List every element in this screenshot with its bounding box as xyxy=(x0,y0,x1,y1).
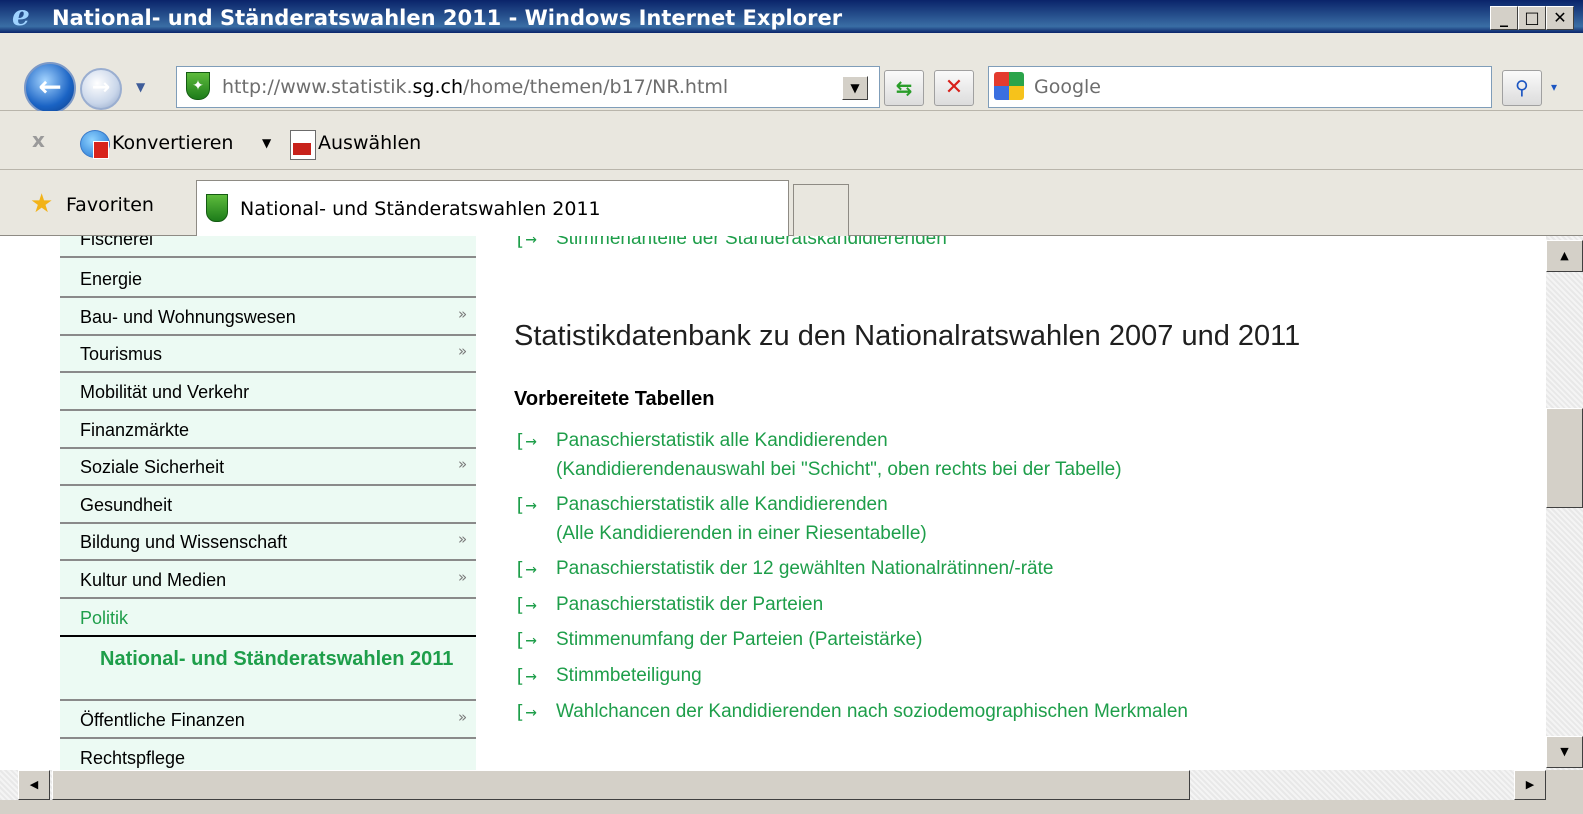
search-icon[interactable]: ⚲ xyxy=(1502,70,1542,106)
maximize-button[interactable]: □ xyxy=(1518,6,1546,30)
title-bar: e National- und Ständeratswahlen 2011 - … xyxy=(0,0,1583,33)
sidebar-item-politik[interactable]: Politik xyxy=(60,601,476,637)
convert-button[interactable]: Konvertieren xyxy=(112,132,233,154)
address-url[interactable]: http://www.statistik.sg.ch/home/themen/b… xyxy=(222,76,728,98)
close-toolbar-icon[interactable]: x xyxy=(32,128,45,152)
chevron-right-icon: » xyxy=(458,530,468,548)
site-favicon-icon: ✦ xyxy=(186,72,210,100)
chevron-right-icon: » xyxy=(458,708,468,726)
search-options-dropdown-icon[interactable]: ▾ xyxy=(1544,70,1564,104)
ie-logo-icon: e xyxy=(12,0,30,32)
stop-button[interactable]: ✕ xyxy=(934,70,974,106)
link-panaschier-alle-2-note[interactable]: (Alle Kandidierenden in einer Riesentabe… xyxy=(556,523,927,545)
scroll-left-icon[interactable]: ◀ xyxy=(18,770,50,800)
link-panaschier-alle-2[interactable]: Panaschierstatistik alle Kandidierenden xyxy=(556,494,888,516)
chevron-right-icon: » xyxy=(458,568,468,586)
sidebar-item-soziale-sicherheit[interactable]: Soziale Sicherheit» xyxy=(60,450,476,486)
link-panaschier-parteien[interactable]: Panaschierstatistik der Parteien xyxy=(556,594,823,616)
horizontal-scrollbar[interactable]: ◀ ▶ xyxy=(0,770,1546,800)
scroll-right-icon[interactable]: ▶ xyxy=(1514,770,1546,800)
sidebar-item-fischerei[interactable]: Fischerei xyxy=(60,236,476,258)
forward-button[interactable]: → xyxy=(80,68,122,110)
link-panaschier-gewaehlte[interactable]: Panaschierstatistik der 12 gewählten Nat… xyxy=(556,558,1053,580)
select-pdf-icon[interactable] xyxy=(290,130,316,160)
link-panaschier-alle-1-note[interactable]: (Kandidierendenauswahl bei "Schicht", ob… xyxy=(556,459,1122,481)
sidebar-item-finanzmaerkte[interactable]: Finanzmärkte xyxy=(60,413,476,449)
google-logo-icon xyxy=(994,72,1024,100)
minimize-button[interactable]: _ xyxy=(1490,6,1518,30)
page-title: Statistikdatenbank zu den Nationalratswa… xyxy=(514,320,1301,352)
link-arrow-icon: [→ xyxy=(514,236,537,250)
window-title: National- und Ständeratswahlen 2011 - Wi… xyxy=(52,6,843,30)
sidebar-item-energie[interactable]: Energie xyxy=(60,262,476,298)
link-stimmbeteiligung[interactable]: Stimmbeteiligung xyxy=(556,665,702,687)
search-placeholder[interactable]: Google xyxy=(1034,76,1101,98)
sidebar-subitem-wahlen[interactable]: National- und Ständeratswahlen 2011 xyxy=(60,637,476,701)
sidebar-item-mobilitaet[interactable]: Mobilität und Verkehr xyxy=(60,375,476,411)
scroll-down-icon[interactable]: ▼ xyxy=(1546,736,1583,768)
link-arrow-icon: [→ xyxy=(514,665,537,687)
link-arrow-icon: [→ xyxy=(514,558,537,580)
link-stimmenumfang[interactable]: Stimmenumfang der Parteien (Parteistärke… xyxy=(556,629,922,651)
address-dropdown-button[interactable]: ▼ xyxy=(842,76,868,100)
section-heading: Vorbereitete Tabellen xyxy=(514,388,715,410)
back-button[interactable]: ← xyxy=(24,62,76,114)
link-arrow-icon: [→ xyxy=(514,430,537,452)
sidebar-item-oeffentliche-finanzen[interactable]: Öffentliche Finanzen» xyxy=(60,703,476,739)
refresh-button[interactable]: ⇆ xyxy=(884,70,924,106)
vertical-scrollbar[interactable]: ▲ ▼ xyxy=(1546,236,1583,770)
link-wahlchancen[interactable]: Wahlchancen der Kandidierenden nach sozi… xyxy=(556,701,1188,723)
tab-label[interactable]: National- und Ständeratswahlen 2011 xyxy=(240,198,601,220)
vertical-scroll-thumb[interactable] xyxy=(1546,408,1583,508)
link-arrow-icon: [→ xyxy=(514,594,537,616)
favorites-star-icon[interactable]: ★ xyxy=(30,190,53,218)
command-bar xyxy=(0,111,1583,170)
link-arrow-icon: [→ xyxy=(514,701,537,723)
favorites-button[interactable]: Favoriten xyxy=(66,194,154,216)
link-arrow-icon: [→ xyxy=(514,494,537,516)
link-staenderat-stimmenanteile[interactable]: Stimmenanteile der Ständeratskandidieren… xyxy=(556,236,947,250)
sidebar-item-rechtspflege[interactable]: Rechtspflege xyxy=(60,741,476,770)
status-bar xyxy=(0,800,1583,814)
sidebar-item-bau[interactable]: Bau- und Wohnungswesen» xyxy=(60,300,476,336)
close-button[interactable]: ✕ xyxy=(1546,6,1574,30)
sidebar-item-tourismus[interactable]: Tourismus» xyxy=(60,337,476,373)
convert-dropdown-icon[interactable]: ▼ xyxy=(262,136,271,150)
sidebar-item-gesundheit[interactable]: Gesundheit xyxy=(60,488,476,524)
chevron-right-icon: » xyxy=(458,305,468,323)
tab-favicon-icon xyxy=(206,194,228,222)
sidebar: Fischerei Energie Bau- und Wohnungswesen… xyxy=(60,236,476,770)
chevron-right-icon: » xyxy=(458,342,468,360)
recent-pages-dropdown-icon[interactable]: ▼ xyxy=(136,80,152,94)
link-panaschier-alle-1[interactable]: Panaschierstatistik alle Kandidierenden xyxy=(556,430,888,452)
link-arrow-icon: [→ xyxy=(514,629,537,651)
chevron-right-icon: » xyxy=(458,455,468,473)
scroll-up-icon[interactable]: ▲ xyxy=(1546,240,1583,272)
convert-pdf-icon[interactable] xyxy=(80,130,110,159)
select-button[interactable]: Auswählen xyxy=(318,132,421,154)
sidebar-item-bildung[interactable]: Bildung und Wissenschaft» xyxy=(60,525,476,561)
horizontal-scroll-thumb[interactable] xyxy=(52,770,1190,800)
new-tab-button[interactable] xyxy=(793,184,849,236)
page-viewport: Fischerei Energie Bau- und Wohnungswesen… xyxy=(0,236,1546,770)
sidebar-item-kultur[interactable]: Kultur und Medien» xyxy=(60,563,476,599)
